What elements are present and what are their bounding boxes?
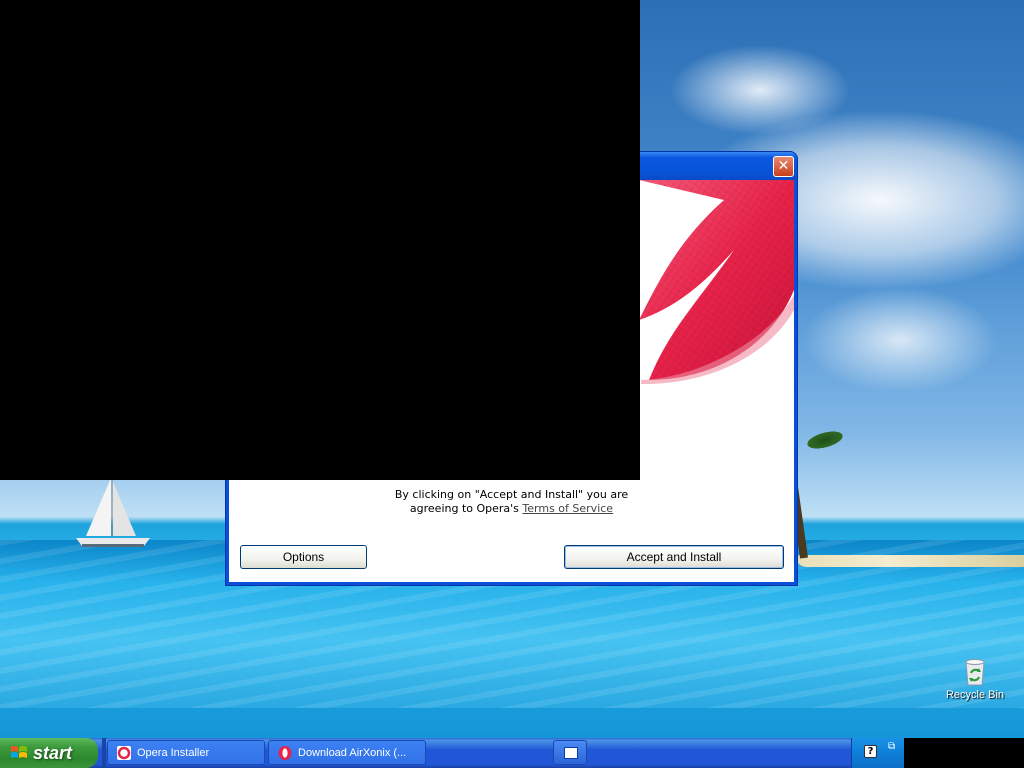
start-button[interactable]: start <box>0 738 98 768</box>
taskbar-item-download-airxonix[interactable]: Download AirXonix (... <box>268 740 426 765</box>
restore-icon[interactable]: ⧉ <box>888 742 895 752</box>
opera-installer-icon <box>117 745 131 760</box>
desktop-icon-recycle-bin[interactable]: Recycle Bin <box>938 655 1012 701</box>
taskbar-item-label: Download AirXonix (... <box>298 746 407 759</box>
agreement-text: By clicking on "Accept and Install" you … <box>229 488 794 516</box>
start-label: start <box>33 742 73 763</box>
window-icon <box>564 747 578 759</box>
options-button[interactable]: Options <box>240 545 367 569</box>
recycle-bin-label: Recycle Bin <box>945 689 1005 701</box>
system-tray: ? ⧉ <box>851 738 905 768</box>
redacted-region <box>0 0 640 480</box>
close-button[interactable]: ✕ <box>773 156 794 177</box>
help-icon[interactable]: ? <box>864 745 877 758</box>
agreement-line-1: By clicking on "Accept and Install" you … <box>394 488 629 501</box>
close-icon: ✕ <box>777 158 790 174</box>
wallpaper-sailboat <box>76 478 150 547</box>
taskbar: start Opera Installer Download AirXonix … <box>0 738 1024 768</box>
agreement-line-2: agreeing to Opera's Terms of Service <box>229 502 794 516</box>
show-window-button[interactable] <box>553 740 587 765</box>
recycle-bin-icon <box>965 659 985 686</box>
opera-browser-icon <box>278 745 292 760</box>
wallpaper-beach <box>795 555 1024 567</box>
taskbar-item-opera-installer[interactable]: Opera Installer <box>107 740 265 765</box>
wallpaper-palm-leaves <box>788 403 862 477</box>
accept-and-install-button[interactable]: Accept and Install <box>564 545 784 569</box>
agreement-line-2-prefix: agreeing to Opera's <box>409 502 519 515</box>
taskbar-item-label: Opera Installer <box>137 746 210 759</box>
terms-of-service-link[interactable]: Terms of Service <box>522 502 613 515</box>
redacted-tray-region <box>904 738 1024 768</box>
taskbar-divider <box>102 738 106 768</box>
windows-logo-icon <box>11 746 27 758</box>
